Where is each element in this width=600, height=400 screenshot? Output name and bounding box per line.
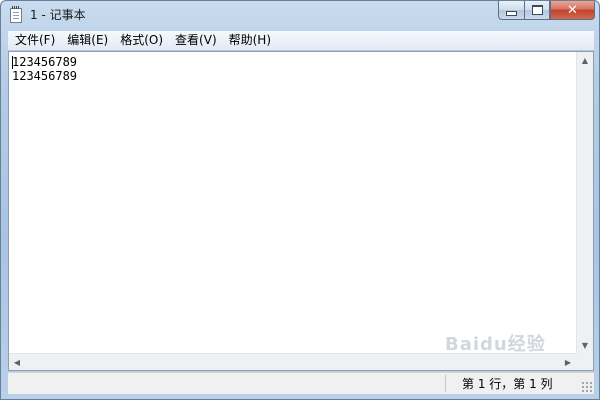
watermark-logo: Baidu经验 (445, 334, 546, 355)
minimize-button[interactable] (498, 1, 524, 20)
editor-frame: 123456789 123456789 ▲ ▼ ◀ ▶ (8, 51, 594, 371)
menu-bar: 文件(F) 编辑(E) 格式(O) 查看(V) 帮助(H) (8, 31, 594, 51)
scroll-down-icon[interactable]: ▼ (577, 337, 593, 353)
scroll-left-icon[interactable]: ◀ (9, 354, 25, 370)
status-bar: 第 1 行，第 1 列 (8, 372, 594, 394)
menu-view[interactable]: 查看(V) (169, 31, 223, 50)
vertical-scrollbar[interactable]: ▲ ▼ (576, 52, 593, 353)
notepad-icon[interactable] (10, 6, 22, 23)
maximize-icon (531, 5, 543, 15)
scroll-right-icon[interactable]: ▶ (560, 354, 576, 370)
menu-edit[interactable]: 编辑(E) (61, 31, 114, 50)
text-caret (12, 56, 13, 69)
menu-format[interactable]: 格式(O) (114, 31, 169, 50)
resize-grip-icon[interactable] (581, 381, 592, 392)
text-area[interactable]: 123456789 123456789 (9, 52, 576, 353)
scrollbar-corner (576, 353, 593, 370)
close-icon: ✕ (567, 2, 578, 18)
text-line: 123456789 (12, 55, 78, 69)
menu-file[interactable]: 文件(F) (8, 31, 61, 50)
window-title: 1 - 记事本 (30, 8, 86, 22)
close-button[interactable]: ✕ (550, 1, 595, 20)
cursor-position: 第 1 行，第 1 列 (462, 377, 553, 391)
scroll-up-icon[interactable]: ▲ (577, 52, 593, 68)
status-divider (445, 375, 446, 392)
window-controls: ✕ (498, 1, 595, 21)
maximize-button[interactable] (524, 1, 550, 20)
minimize-icon (506, 10, 517, 16)
menu-help[interactable]: 帮助(H) (223, 31, 277, 50)
text-line: 123456789 (12, 69, 78, 83)
title-bar[interactable]: 1 - 记事本 ✕ (1, 1, 599, 31)
